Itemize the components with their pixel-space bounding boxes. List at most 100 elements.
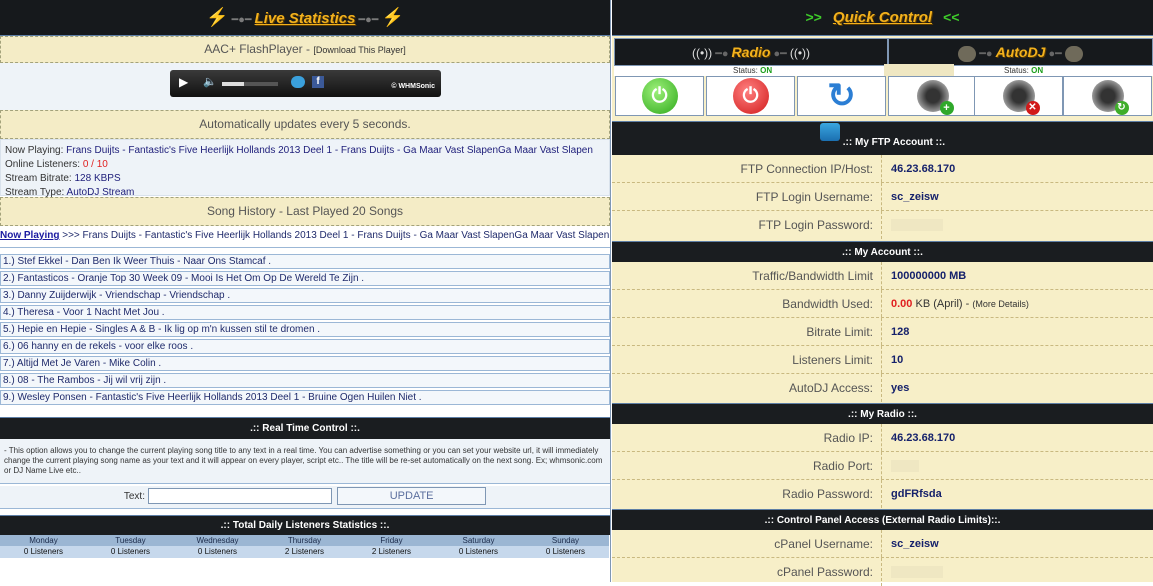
- player-title: AAC+ FlashPlayer -: [204, 42, 310, 56]
- download-player-link[interactable]: [Download This Player]: [313, 45, 405, 55]
- lightning-icon: ⚡: [206, 7, 229, 27]
- day-column: Wednesday 0 Listeners: [174, 535, 261, 558]
- real-time-control-title: .:: Real Time Control ::.: [0, 417, 610, 439]
- player-brand: © WHMSonic: [391, 83, 435, 90]
- radio-ip-row: Radio IP: 46.23.68.170: [612, 424, 1153, 452]
- quick-control-panel: >> Quick Control << ((•)) ━● Radio ●━ ((…: [612, 0, 1153, 586]
- radio-start-button[interactable]: ⏻: [615, 76, 704, 116]
- autodj-access-row: AutoDJ Access: yes: [612, 374, 1153, 402]
- more-details-link[interactable]: (More Details): [972, 299, 1029, 309]
- flash-player: ▶ 🔈 f © WHMSonic: [170, 70, 441, 97]
- traffic-value: 100000000 MB: [891, 270, 967, 282]
- power-on-icon: ⏻: [641, 78, 678, 114]
- listeners-value: 0 / 10: [82, 159, 108, 170]
- radio-port-row: Radio Port:: [612, 452, 1153, 480]
- status-row: Status: ON Status: ON: [614, 64, 1153, 76]
- day-column: Saturday 0 Listeners: [435, 535, 522, 558]
- monkey-icon: [1064, 46, 1083, 63]
- ftp-password-redacted: [891, 219, 943, 232]
- bandwidth-used-row: Bandwidth Used: 0.00 KB (April) - (More D…: [612, 290, 1153, 318]
- ftp-header: .:: My FTP Account ::.: [612, 121, 1153, 155]
- bandwidth-used-value: 0.00: [891, 298, 913, 310]
- player-title-bar: AAC+ FlashPlayer - [Download This Player…: [0, 36, 610, 63]
- volume-icon[interactable]: 🔈: [203, 75, 217, 88]
- autodj-stop-button[interactable]: ✕: [974, 76, 1063, 116]
- update-button[interactable]: UPDATE: [337, 487, 487, 506]
- list-item: 3.) Danny Zuijderwijk - Vriendschap - Vr…: [0, 288, 610, 303]
- ftp-icon: [820, 123, 840, 141]
- radio-section-header: .:: My Radio ::.: [612, 403, 1153, 424]
- radio-pass-row: Radio Password: gdFRfsda: [612, 480, 1153, 508]
- volume-slider[interactable]: [222, 82, 278, 86]
- speaker-remove-icon: ✕: [1002, 80, 1040, 115]
- song-history-title: Song History - Last Played 20 Songs: [0, 197, 610, 226]
- radio-restart-button[interactable]: ↻: [797, 76, 886, 116]
- live-statistics-panel: ⚡ ━●━ Live Statistics ━●━ ⚡ AAC+ FlashPl…: [0, 0, 611, 582]
- daily-listeners-title: .:: Total Daily Listeners Statistics ::.: [0, 515, 610, 535]
- chevrons-left-icon: <<: [943, 9, 960, 25]
- now-playing-row: Now Playing >>> Frans Duijts - Fantastic…: [0, 226, 610, 248]
- listeners-limit-row: Listeners Limit: 10: [612, 346, 1153, 374]
- lightning-icon: ⚡: [381, 7, 404, 27]
- real-time-control-form: Text: UPDATE: [0, 486, 610, 509]
- cpanel-section: .:: Control Panel Access (External Radio…: [612, 509, 1153, 586]
- real-time-control-description: - This option allows you to change the c…: [0, 439, 610, 484]
- control-headers: ((•)) ━● Radio ●━ ((•)) ━● AutoDJ ●━: [614, 38, 1153, 66]
- day-column: Monday 0 Listeners: [0, 535, 87, 558]
- ftp-user-value: sc_zeisw: [891, 191, 939, 203]
- radio-header: ((•)) ━● Radio ●━ ((•)): [614, 38, 888, 66]
- radio-label: Radio: [731, 44, 771, 60]
- stream-type-value: AutoDJ Stream: [66, 187, 135, 198]
- live-statistics-title: Live Statistics: [254, 10, 356, 27]
- list-item: 4.) Theresa - Voor 1 Nacht Met Jou .: [0, 305, 610, 320]
- radio-section: .:: My Radio ::. Radio IP: 46.23.68.170 R…: [612, 403, 1153, 508]
- list-item: 2.) Fantasticos - Oranje Top 30 Week 09 …: [0, 271, 610, 286]
- antenna-icon: ((•)): [789, 46, 811, 60]
- list-item: 8.) 08 - The Rambos - Jij wil vrij zijn …: [0, 373, 610, 388]
- ftp-pass-row: FTP Login Password:: [612, 211, 1153, 239]
- cpanel-header: .:: Control Panel Access (External Radio…: [612, 509, 1153, 530]
- radio-stop-button[interactable]: ⏻: [706, 76, 795, 116]
- refresh-icon: ↻: [827, 77, 856, 115]
- list-item: 7.) Altijd Met Je Varen - Mike Colin .: [0, 356, 610, 371]
- live-statistics-header: ⚡ ━●━ Live Statistics ━●━ ⚡: [0, 0, 610, 36]
- day-column: Friday 2 Listeners: [348, 535, 435, 558]
- speaker-reload-icon: ↻: [1091, 80, 1129, 115]
- radio-status: Status: ON: [733, 66, 773, 75]
- bitrate-value: 128 KBPS: [74, 173, 121, 184]
- autodj-header: ━● AutoDJ ●━: [888, 38, 1153, 66]
- speaker-add-icon: +: [916, 80, 954, 115]
- antenna-icon: ((•)): [691, 46, 713, 60]
- player-area: ▶ 🔈 f © WHMSonic: [0, 63, 610, 110]
- cpanel-user-row: cPanel Username: sc_zeisw: [612, 530, 1153, 558]
- power-off-icon: ⏻: [732, 78, 769, 114]
- autodj-status: Status: ON: [1004, 66, 1044, 75]
- radio-port-redacted: [891, 460, 919, 473]
- status-placeholder: [884, 64, 954, 76]
- play-icon[interactable]: ▶: [179, 75, 188, 89]
- daily-listeners-table: Monday 0 Listeners Tuesday 0 Listeners Wed…: [0, 535, 610, 558]
- quick-control-header: >> Quick Control <<: [612, 0, 1153, 36]
- title-text-input[interactable]: [148, 488, 333, 505]
- day-column: Tuesday 0 Listeners: [87, 535, 174, 558]
- song-history-list: 1.) Stef Ekkel - Dan Ben Ik Weer Thuis -…: [0, 248, 610, 405]
- traffic-row: Traffic/Bandwidth Limit 100000000 MB: [612, 262, 1153, 290]
- bitrate-limit-row: Bitrate Limit: 128: [612, 318, 1153, 346]
- autodj-reload-button[interactable]: ↻: [1063, 76, 1152, 116]
- account-header: .:: My Account ::.: [612, 241, 1153, 262]
- list-item: 5.) Hepie en Hepie - Singles A & B - Ik …: [0, 322, 610, 337]
- autodj-start-button[interactable]: +: [888, 76, 977, 116]
- now-playing-row-label: Now Playing: [0, 230, 60, 241]
- facebook-icon[interactable]: f: [312, 76, 324, 88]
- list-item: 1.) Stef Ekkel - Dan Ben Ik Weer Thuis -…: [0, 254, 610, 269]
- autodj-label: AutoDJ: [995, 44, 1046, 60]
- twitter-icon[interactable]: [291, 76, 305, 88]
- ftp-section: .:: My FTP Account ::. FTP Connection IP…: [612, 121, 1153, 239]
- cpanel-password-redacted: [891, 566, 943, 579]
- day-column: Thursday 2 Listeners: [261, 535, 348, 558]
- chevrons-right-icon: >>: [805, 9, 822, 25]
- account-section: .:: My Account ::. Traffic/Bandwidth Lim…: [612, 241, 1153, 402]
- ftp-title: .:: My FTP Account ::.: [842, 137, 945, 148]
- quick-control-title: Quick Control: [832, 9, 933, 26]
- ftp-host-value: 46.23.68.170: [891, 163, 956, 175]
